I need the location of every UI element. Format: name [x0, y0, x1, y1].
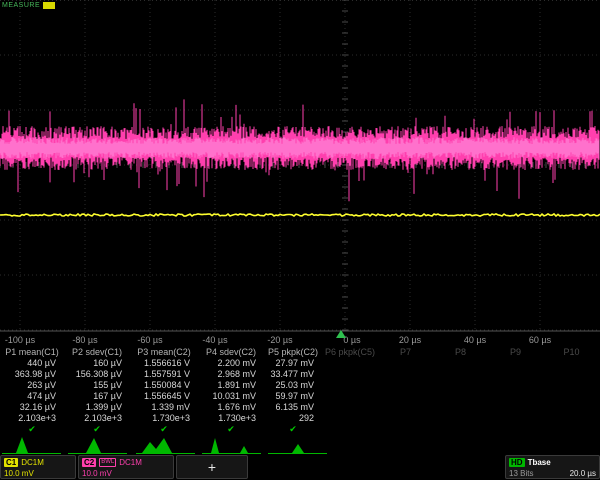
status-check-icon: ✔ [64, 424, 130, 434]
measure-cell: 1.556616 V [130, 358, 198, 369]
status-check-icon: ✔ [130, 424, 198, 434]
time-axis: -100 µs -80 µs -60 µs -40 µs -20 µs 0 µs… [0, 332, 600, 347]
trigger-position-marker[interactable] [336, 330, 346, 338]
measure-cell: 292 [264, 413, 322, 424]
measure-row-num: 2.103e+3 2.103e+3 1.730e+3 1.730e+3 292 [0, 413, 600, 424]
measure-cell: 6.135 mV [264, 402, 322, 413]
histicon-p5[interactable] [268, 434, 328, 454]
timebase-label: Tbase [528, 458, 551, 467]
measure-header-p6[interactable]: P6 pkpk(C5) [322, 347, 378, 358]
measure-row-sdev: 32.16 µV 1.399 µV 1.339 mV 1.676 mV 6.13… [0, 402, 600, 413]
time-label: 20 µs [399, 335, 421, 345]
measure-header-p8[interactable]: P8 [433, 347, 488, 358]
measure-header-p7[interactable]: P7 [378, 347, 433, 358]
timebase-scale: 20.0 µs [570, 469, 596, 478]
time-label: -60 µs [137, 335, 162, 345]
measure-cell: 1.676 mV [198, 402, 264, 413]
measure-cell: 25.03 mV [264, 380, 322, 391]
measure-cell: 1.556645 V [130, 391, 198, 402]
measure-row-min: 263 µV 155 µV 1.550084 V 1.891 mV 25.03 … [0, 380, 600, 391]
measure-row-mean: 363.98 µV 156.308 µV 1.557591 V 2.968 mV… [0, 369, 600, 380]
measure-header-p1[interactable]: P1 mean(C1) [0, 347, 64, 358]
channel2-badge: C2 [82, 458, 96, 467]
measure-header-p2[interactable]: P2 sdev(C1) [64, 347, 130, 358]
measure-cell: 10.031 mV [198, 391, 264, 402]
measure-cell: 156.308 µV [64, 369, 130, 380]
measure-row-max: 474 µV 167 µV 1.556645 V 10.031 mV 59.97… [0, 391, 600, 402]
channel1-descriptor[interactable]: C1 DC1M 10.0 mV [0, 455, 76, 479]
measure-row-value: 440 µV 160 µV 1.556616 V 2.200 mV 27.97 … [0, 358, 600, 369]
measurement-table: P1 mean(C1) P2 sdev(C1) P3 mean(C2) P4 s… [0, 347, 600, 434]
status-check-icon: ✔ [264, 424, 322, 434]
measure-status-row: ✔ ✔ ✔ ✔ ✔ [0, 424, 600, 434]
channel1-scale: 10.0 mV [4, 469, 34, 478]
measure-header-p9[interactable]: P9 [488, 347, 543, 358]
measure-cell: 474 µV [0, 391, 64, 402]
descriptor-bar: C1 DC1M 10.0 mV C2 BWL DC1M 10.0 mV + HD [0, 455, 600, 480]
channel2-bwl-badge: BWL [99, 458, 116, 467]
measure-cell: 27.97 mV [264, 358, 322, 369]
channel2-scale: 10.0 mV [82, 469, 112, 478]
channel2-descriptor[interactable]: C2 BWL DC1M 10.0 mV [78, 455, 174, 479]
timebase-resolution: 13 Bits [509, 469, 533, 478]
measure-header-p10[interactable]: P10 [543, 347, 600, 358]
time-label: -20 µs [267, 335, 292, 345]
histicon-p1[interactable] [2, 434, 62, 454]
waveform-display [0, 0, 600, 332]
timebase-descriptor[interactable]: HD Tbase 13 Bits 20.0 µs [505, 455, 600, 479]
measure-cell: 2.968 mV [198, 369, 264, 380]
time-label: 60 µs [529, 335, 551, 345]
hd-badge: HD [509, 458, 525, 467]
channel2-coupling: DC1M [119, 458, 142, 467]
measure-cell: 33.477 mV [264, 369, 322, 380]
measure-cell: 1.891 mV [198, 380, 264, 391]
time-label: -100 µs [5, 335, 35, 345]
histicon-row [0, 434, 600, 454]
time-label: 40 µs [464, 335, 486, 345]
channel1-badge: C1 [4, 458, 18, 467]
add-trace-button[interactable]: + [176, 455, 248, 479]
time-label: -80 µs [72, 335, 97, 345]
measure-cell: 440 µV [0, 358, 64, 369]
histicon-p2[interactable] [68, 434, 128, 454]
measure-cell: 1.550084 V [130, 380, 198, 391]
histicon-p4[interactable] [202, 434, 262, 454]
measure-cell: 1.399 µV [64, 402, 130, 413]
measure-cell: 2.103e+3 [0, 413, 64, 424]
status-check-icon: ✔ [198, 424, 264, 434]
measure-cell: 155 µV [64, 380, 130, 391]
measure-cell: 1.730e+3 [130, 413, 198, 424]
measure-cell: 1.730e+3 [198, 413, 264, 424]
channel1-coupling: DC1M [21, 458, 44, 467]
status-check-icon: ✔ [0, 424, 64, 434]
measure-cell: 2.103e+3 [64, 413, 130, 424]
measure-cell: 167 µV [64, 391, 130, 402]
top-left-chip [43, 2, 55, 9]
measure-header-p3[interactable]: P3 mean(C2) [130, 347, 198, 358]
top-left-annotation-text: MEASURE [2, 2, 40, 9]
measure-header-row: P1 mean(C1) P2 sdev(C1) P3 mean(C2) P4 s… [0, 347, 600, 358]
measure-cell: 160 µV [64, 358, 130, 369]
measure-cell: 2.200 mV [198, 358, 264, 369]
time-label: -40 µs [202, 335, 227, 345]
measure-cell: 59.97 mV [264, 391, 322, 402]
top-left-annotation: MEASURE [2, 2, 55, 9]
histicon-p3[interactable] [136, 434, 196, 454]
measure-header-p5[interactable]: P5 pkpk(C2) [264, 347, 322, 358]
measure-cell: 1.557591 V [130, 369, 198, 380]
oscilloscope-screen: MEASURE -100 µs -80 µs -60 µs -40 µs -20… [0, 0, 600, 480]
measure-cell: 363.98 µV [0, 369, 64, 380]
measure-cell: 1.339 mV [130, 402, 198, 413]
measure-cell: 263 µV [0, 380, 64, 391]
measure-header-p4[interactable]: P4 sdev(C2) [198, 347, 264, 358]
plus-icon: + [180, 457, 244, 478]
measure-cell: 32.16 µV [0, 402, 64, 413]
